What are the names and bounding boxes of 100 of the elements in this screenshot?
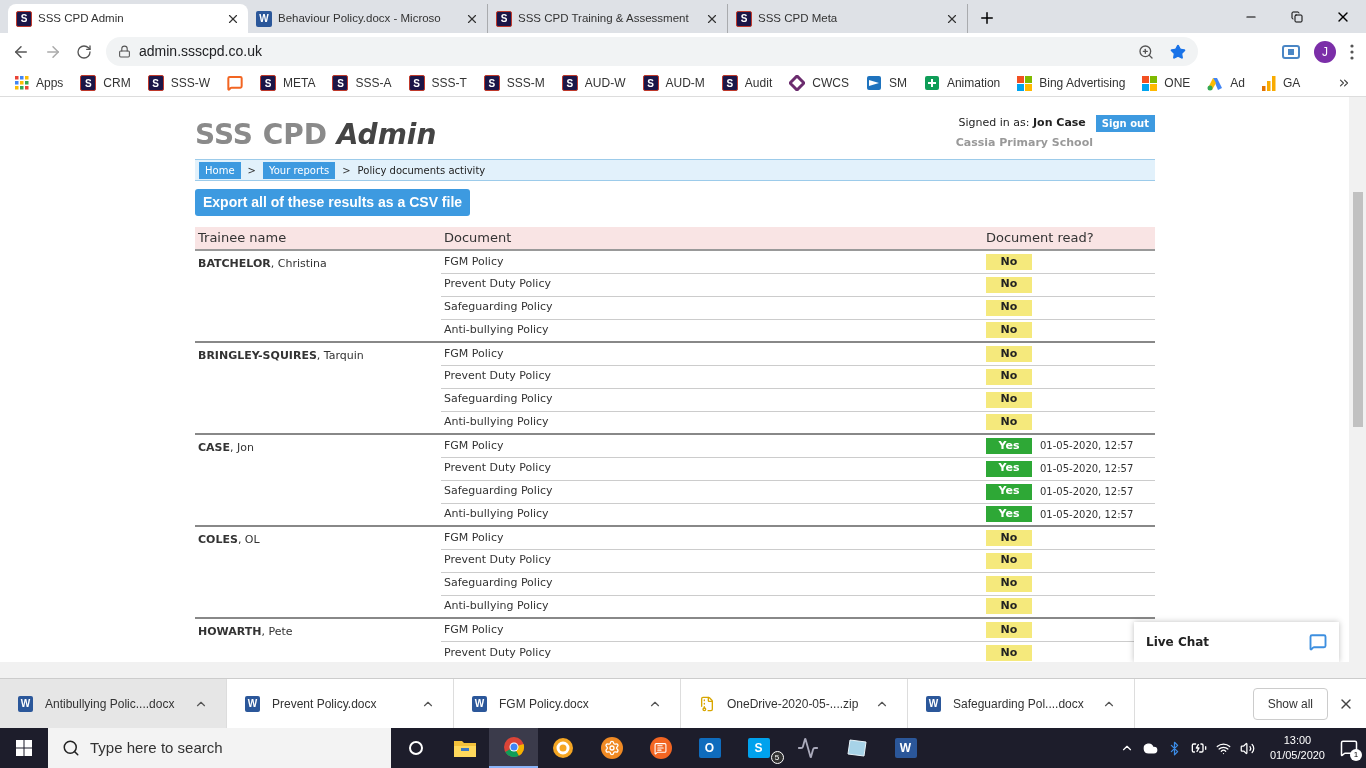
favicon: S <box>561 75 578 91</box>
signed-in-text: Signed in as: Jon Case <box>958 115 1086 132</box>
breadcrumb-current: Policy documents activity <box>357 163 486 178</box>
url-text: admin.ssscpd.co.uk <box>139 42 263 61</box>
read-status-badge: No <box>986 414 1032 431</box>
bookmark[interactable]: S SSS-M <box>483 74 545 92</box>
read-status-badge: Yes <box>986 483 1032 500</box>
tab-title: SSS CPD Training & Assessment <box>518 10 690 26</box>
bookmark[interactable]: S AUD-W <box>561 74 626 92</box>
document-name: Anti-bullying Policy <box>444 415 549 428</box>
browser-tab[interactable]: W Behaviour Policy.docx - Microso <box>248 4 488 33</box>
bookmark[interactable]: S META <box>260 74 316 92</box>
browser-tab[interactable]: S SSS CPD Admin <box>8 4 248 33</box>
bookmark[interactable]: S CRM <box>80 74 131 92</box>
read-status-badge: No <box>986 575 1032 592</box>
word-file-icon: W <box>245 695 260 712</box>
tab-title: SSS CPD Meta <box>758 10 839 26</box>
browser-tab[interactable]: S SSS CPD Meta <box>728 4 968 33</box>
read-status-badge: No <box>986 644 1032 661</box>
read-status-badge: No <box>986 368 1032 385</box>
trainee-name: HOWARTH, Pete <box>198 625 293 638</box>
bookmark[interactable]: CWCS <box>789 74 849 92</box>
school-name: Cassia Primary School <box>955 135 1093 151</box>
word-file-icon: W <box>18 695 33 712</box>
breadcrumb-separator: > <box>342 163 351 178</box>
favicon: S <box>496 10 512 27</box>
bookmark[interactable]: Bing Advertising <box>1017 74 1126 92</box>
favicon: S <box>260 75 277 91</box>
browser-tab[interactable]: S SSS CPD Training & Assessment <box>488 4 728 33</box>
bookmark[interactable]: S SSS-A <box>332 74 392 92</box>
bookmark[interactable]: S SSS-W <box>147 74 211 92</box>
taskbar-app-button[interactable]: O <box>685 728 734 768</box>
bookmark[interactable]: GA <box>1262 74 1301 92</box>
read-status-badge: No <box>986 299 1032 316</box>
favicon: S <box>721 75 738 91</box>
document-name: FGM Policy <box>444 346 504 360</box>
document-name: Anti-bullying Policy <box>444 599 549 612</box>
document-name: FGM Policy <box>444 438 504 452</box>
read-status-badge: No <box>986 598 1032 615</box>
favicon: S <box>147 75 164 91</box>
taskbar-app-button[interactable]: W <box>881 728 930 768</box>
bookmark[interactable]: Apps <box>15 74 64 92</box>
document-name: Prevent Duty Policy <box>444 277 551 291</box>
read-status-badge: No <box>986 552 1032 569</box>
taskbar-search-field[interactable]: Type here to search <box>48 728 391 768</box>
bookmark[interactable]: Animation <box>923 74 1001 92</box>
document-name: Prevent Duty Policy <box>444 461 551 475</box>
live-chat-widget[interactable]: Live Chat <box>1134 622 1339 662</box>
column-header: Document <box>441 227 983 250</box>
document-name: Anti-bullying Policy <box>444 323 549 336</box>
document-name: Prevent Duty Policy <box>444 369 551 383</box>
document-name: Safeguarding Policy <box>444 392 553 406</box>
read-status-badge: No <box>986 391 1032 408</box>
column-header: Trainee name <box>195 227 441 250</box>
bookmark[interactable]: SM <box>865 74 907 92</box>
clock[interactable]: 13:00 01/05/2020 <box>1269 733 1325 763</box>
favicon: S <box>642 75 659 91</box>
favicon: S <box>736 10 752 27</box>
profile-avatar[interactable]: J <box>1314 40 1336 63</box>
favicon: S <box>483 75 500 91</box>
read-status-badge: No <box>986 276 1032 293</box>
count-badge: 5 <box>770 751 784 764</box>
document-name: Safeguarding Policy <box>444 300 553 314</box>
app-logo-icon[interactable]: W <box>894 738 917 758</box>
tab-title: SSS CPD Admin <box>38 10 125 26</box>
trainee-name: BRINGLEY-SQUIRES, Tarquin <box>198 349 364 362</box>
bookmark[interactable]: S AUD-M <box>642 74 705 92</box>
favicon: S <box>408 75 425 91</box>
document-name: Safeguarding Policy <box>444 576 553 590</box>
address-bar[interactable]: admin.ssscpd.co.uk <box>106 37 1198 66</box>
read-date: 01-05-2020, 12:57 <box>1040 507 1134 522</box>
bookmark[interactable]: S Audit <box>721 74 773 92</box>
trainee-name: BATCHELOR, Christina <box>198 257 327 270</box>
read-date: 01-05-2020, 12:57 <box>1040 439 1134 454</box>
favicon: S <box>80 75 97 91</box>
breadcrumb-separator: > <box>247 163 256 178</box>
read-status-badge: No <box>986 529 1032 546</box>
tab-title: Behaviour Policy.docx - Microso <box>278 10 442 26</box>
app-logo-icon[interactable]: O <box>698 738 721 758</box>
bookmark[interactable]: ONE <box>1142 74 1191 92</box>
document-name: FGM Policy <box>444 254 504 268</box>
column-header: Document read? <box>983 227 1155 250</box>
read-status-badge: No <box>986 253 1032 270</box>
document-name: Prevent Duty Policy <box>444 645 551 659</box>
site-title: SSS CPD Admin <box>195 117 437 153</box>
download-item[interactable]: W Antibullying Polic....docx <box>0 679 227 728</box>
taskbar-app-button[interactable]: S 5 <box>734 728 783 768</box>
favicon: W <box>256 10 272 27</box>
bookmark[interactable]: Ad <box>1207 74 1246 92</box>
read-date: 01-05-2020, 12:57 <box>1040 485 1134 499</box>
favicon: S <box>332 75 349 91</box>
document-name: FGM Policy <box>444 622 504 636</box>
read-status-badge: Yes <box>986 506 1032 523</box>
favicon: S <box>16 10 32 27</box>
read-status-badge: No <box>986 322 1032 339</box>
trainee-name: COLES, OL <box>198 533 260 546</box>
read-status-badge: No <box>986 345 1032 362</box>
bookmark[interactable]: S SSS-T <box>408 74 467 92</box>
show-all-button[interactable]: Show all <box>1252 687 1328 720</box>
trainee-name: CASE, Jon <box>198 441 254 454</box>
